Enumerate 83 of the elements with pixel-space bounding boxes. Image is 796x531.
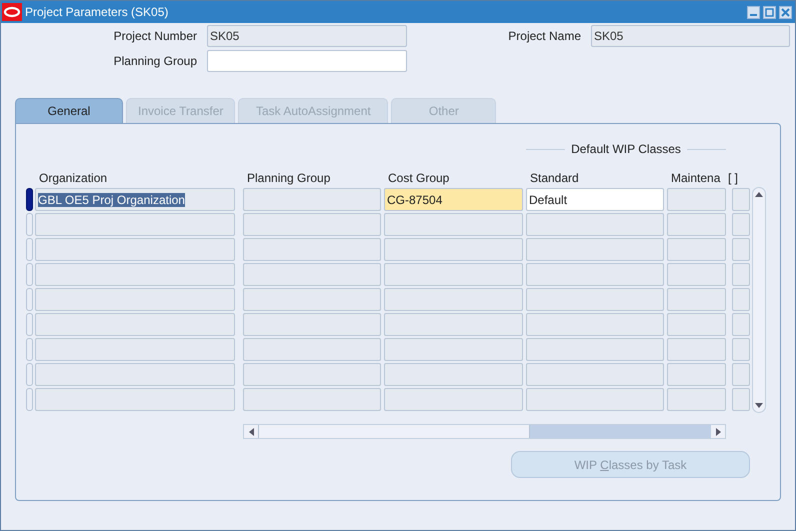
table-cell[interactable]: [732, 288, 750, 311]
table-cell[interactable]: [35, 288, 235, 311]
minimize-button[interactable]: [747, 6, 760, 18]
column-header: Planning Group: [246, 171, 332, 185]
field-label: Project Name: [507, 29, 581, 43]
table-cell[interactable]: [243, 388, 381, 411]
table-cell[interactable]: [667, 313, 726, 336]
table-cell[interactable]: [384, 288, 523, 311]
table-cell[interactable]: [667, 288, 726, 311]
planning-group-field[interactable]: [207, 50, 407, 72]
scroll-left-icon[interactable]: [248, 428, 254, 436]
table-cell[interactable]: [243, 213, 381, 236]
maximize-button[interactable]: [763, 6, 776, 18]
table-cell[interactable]: [732, 338, 750, 361]
table-cell[interactable]: [384, 213, 523, 236]
table-cell[interactable]: [526, 363, 664, 386]
table-cell[interactable]: [384, 263, 523, 286]
close-button[interactable]: [779, 6, 792, 18]
table-cell[interactable]: [732, 188, 750, 211]
table-cell[interactable]: [243, 263, 381, 286]
vertical-scrollbar[interactable]: [752, 187, 766, 413]
table-cell[interactable]: [35, 338, 235, 361]
scroll-up-icon[interactable]: [755, 192, 763, 197]
table-cell[interactable]: [526, 263, 664, 286]
app-logo-icon: [2, 3, 22, 21]
table-cell[interactable]: [526, 313, 664, 336]
table-cell[interactable]: [526, 288, 664, 311]
table-cell[interactable]: [732, 213, 750, 236]
table-cell[interactable]: [526, 338, 664, 361]
table-cell[interactable]: [243, 338, 381, 361]
table-cell[interactable]: [35, 238, 235, 261]
table-cell[interactable]: [35, 263, 235, 286]
table-cell[interactable]: [667, 338, 726, 361]
horizontal-scrollbar[interactable]: [243, 424, 726, 439]
table-cell[interactable]: [667, 213, 726, 236]
table-cell[interactable]: [384, 313, 523, 336]
table-cell[interactable]: [526, 388, 664, 411]
table-cell[interactable]: CG-87504: [384, 188, 523, 211]
column-header: Organization: [38, 171, 108, 185]
group-title: Default WIP Classes: [571, 142, 681, 156]
table-cell[interactable]: [243, 363, 381, 386]
table-cell[interactable]: [243, 313, 381, 336]
table-cell[interactable]: GBL OE5 Proj Organization: [35, 188, 235, 211]
table-cell[interactable]: [384, 238, 523, 261]
table-cell[interactable]: [384, 363, 523, 386]
table-cell[interactable]: [667, 388, 726, 411]
project-name-field[interactable]: SK05: [591, 25, 790, 47]
maximize-icon: [765, 8, 774, 16]
tab[interactable]: General: [15, 98, 123, 123]
table-cell[interactable]: [667, 363, 726, 386]
table-cell[interactable]: [732, 263, 750, 286]
table-cell[interactable]: [732, 238, 750, 261]
window-title: Project Parameters (SK05): [25, 5, 170, 19]
field-label: Planning Group: [112, 54, 197, 68]
table-cell[interactable]: [243, 188, 381, 211]
project-number-field[interactable]: SK05: [207, 25, 407, 47]
column-header: Maintena: [670, 171, 722, 185]
table-cell[interactable]: [667, 238, 726, 261]
table-cell[interactable]: [243, 288, 381, 311]
column-header: Standard: [529, 171, 580, 185]
table-cell[interactable]: [35, 213, 235, 236]
close-icon: [781, 8, 790, 16]
table-cell[interactable]: [526, 238, 664, 261]
scroll-down-icon[interactable]: [755, 403, 763, 408]
table-cell[interactable]: [35, 363, 235, 386]
table-cell[interactable]: [384, 338, 523, 361]
row-indicator[interactable]: [26, 188, 33, 211]
field-label: Project Number: [112, 29, 197, 43]
table-cell[interactable]: [243, 238, 381, 261]
table-cell[interactable]: [732, 313, 750, 336]
column-header: [ ]: [727, 171, 740, 185]
table-cell[interactable]: [667, 263, 726, 286]
scroll-right-icon[interactable]: [716, 428, 720, 436]
table-cell[interactable]: [35, 313, 235, 336]
minimize-icon: [750, 14, 757, 16]
column-header: Cost Group: [387, 171, 450, 185]
table-cell[interactable]: [732, 363, 750, 386]
table-cell[interactable]: Default: [526, 188, 664, 211]
table-cell[interactable]: [526, 213, 664, 236]
table-cell[interactable]: [35, 388, 235, 411]
table-cell[interactable]: [667, 188, 726, 211]
table-cell[interactable]: [732, 388, 750, 411]
table-cell[interactable]: [384, 388, 523, 411]
